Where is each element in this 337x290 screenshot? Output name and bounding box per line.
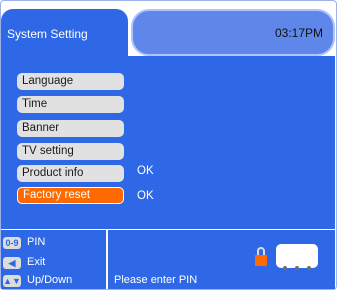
hint-pin: PIN [27,236,46,248]
up-down-arrows-icon: ▲▼ [3,275,21,287]
numeric-keys-icon: 0-9 [3,237,21,249]
page-title: System Setting [7,27,88,41]
factory-reset-value: OK [137,190,154,202]
title-tab: System Setting [1,9,128,59]
menu-item-language[interactable]: Language [17,73,124,90]
lock-icon [255,247,267,266]
pin-input-field[interactable] [276,244,318,268]
product-info-value: OK [137,165,154,177]
menu-item-time[interactable]: Time [17,96,124,113]
menu-item-banner[interactable]: Banner [17,120,124,137]
hint-up-down: Up/Down [27,274,73,286]
left-arrow-icon: ◀ [3,257,21,269]
status-message: Please enter PIN [114,274,198,286]
clock-time: 03:17PM [274,26,323,40]
system-setting-screen: System Setting 03:17PM Language Time Ban… [0,0,337,290]
pin-digit-indicator [307,266,311,270]
hint-exit: Exit [27,256,46,268]
pin-digit-indicator [283,266,287,270]
clock-panel: 03:17PM [131,9,335,56]
menu-item-tv-setting[interactable]: TV setting [17,143,124,160]
menu-item-product-info[interactable]: Product info [17,165,124,182]
footer-divider [106,230,108,289]
menu-item-factory-reset[interactable]: Factory reset [17,187,124,204]
pin-digit-indicator [295,266,299,270]
